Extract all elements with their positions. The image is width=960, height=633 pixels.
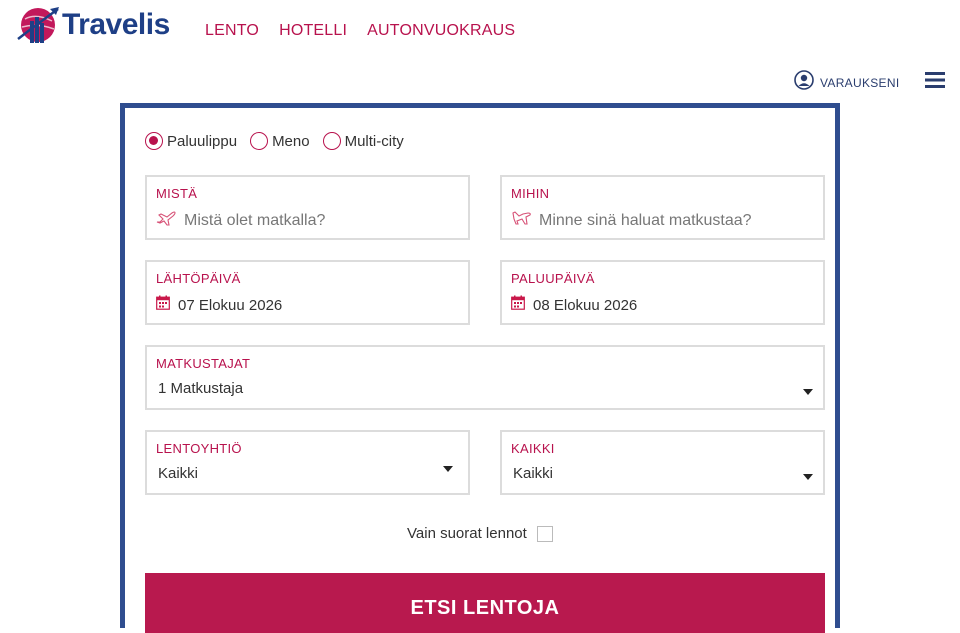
airline-label: LENTOYHTIÖ	[156, 441, 242, 456]
search-flights-button[interactable]: ETSI LENTOJA	[145, 573, 825, 633]
hamburger-menu-icon[interactable]	[925, 71, 945, 89]
direct-flights-checkbox[interactable]	[536, 525, 553, 542]
return-label: PALUUPÄIVÄ	[511, 271, 595, 286]
nav-item-car-rental[interactable]: AUTONVUOKRAUS	[367, 22, 515, 40]
return-date-value: 08 Elokuu 2026	[533, 296, 638, 314]
nav-item-flight[interactable]: LENTO	[205, 22, 259, 40]
my-bookings-label: VARAUKSENI	[820, 75, 900, 90]
origin-label: MISTÄ	[156, 186, 198, 201]
travelers-value: 1 Matkustaja	[158, 380, 244, 397]
plane-takeoff-icon	[156, 210, 176, 231]
flight-search-form: Paluulippu Meno Multi-city MISTÄ Mistä o…	[120, 103, 840, 633]
trip-type-label: Multi-city	[344, 132, 404, 150]
nav-item-hotel[interactable]: HOTELLI	[279, 22, 347, 40]
airline-value: Kaikki	[158, 465, 199, 482]
travelers-select[interactable]: MATKUSTAJAT 1 Matkustaja	[145, 345, 825, 410]
return-date-field[interactable]: PALUUPÄIVÄ 08 Elokuu 2026	[500, 260, 825, 325]
trip-type-label: Paluulippu	[167, 132, 238, 150]
origin-placeholder: Mistä olet matkalla?	[184, 211, 326, 229]
direct-flights-option[interactable]: Vain suorat lennot	[407, 525, 553, 542]
main-nav: LENTO HOTELLI AUTONVUOKRAUS	[205, 22, 515, 40]
airline-select[interactable]: LENTOYHTIÖ Kaikki	[145, 430, 470, 495]
cabin-class-value: Kaikki	[513, 465, 554, 482]
trip-type-label: Meno	[272, 132, 310, 150]
travelers-label: MATKUSTAJAT	[156, 356, 251, 371]
my-bookings-link[interactable]: VARAUKSENI	[794, 70, 899, 95]
calendar-icon	[156, 295, 170, 315]
cabin-class-label: KAIKKI	[511, 441, 555, 456]
caret-down-icon	[443, 466, 453, 472]
departure-label: LÄHTÖPÄIVÄ	[156, 271, 241, 286]
destination-field[interactable]: MIHIN Minne sinä haluat matkustaa?	[500, 175, 825, 240]
destination-placeholder: Minne sinä haluat matkustaa?	[539, 211, 752, 229]
trip-type-multi-city[interactable]: Multi-city	[322, 132, 404, 150]
cabin-class-select[interactable]: KAIKKI Kaikki	[500, 430, 825, 495]
radio-unselected-icon	[250, 132, 269, 150]
brand-name: Travelis	[62, 8, 170, 41]
departure-date-value: 07 Elokuu 2026	[178, 296, 283, 314]
caret-down-icon	[803, 474, 813, 480]
trip-type-group: Paluulippu Meno Multi-city	[145, 132, 417, 150]
trip-type-round-trip[interactable]: Paluulippu	[145, 132, 237, 150]
trip-type-one-way[interactable]: Meno	[250, 132, 310, 150]
globe-plane-logo-icon	[16, 5, 60, 45]
radio-unselected-icon	[322, 132, 341, 150]
calendar-icon	[511, 295, 525, 315]
travelis-logo[interactable]: Travelis	[16, 4, 170, 46]
direct-flights-label: Vain suorat lennot	[407, 525, 527, 542]
caret-down-icon	[803, 389, 813, 395]
destination-label: MIHIN	[511, 186, 550, 201]
departure-date-field[interactable]: LÄHTÖPÄIVÄ 07 Elokuu 2026	[145, 260, 470, 325]
radio-selected-icon	[145, 132, 163, 150]
origin-field[interactable]: MISTÄ Mistä olet matkalla?	[145, 175, 470, 240]
plane-landing-icon	[511, 210, 531, 231]
user-circle-icon	[794, 70, 814, 95]
